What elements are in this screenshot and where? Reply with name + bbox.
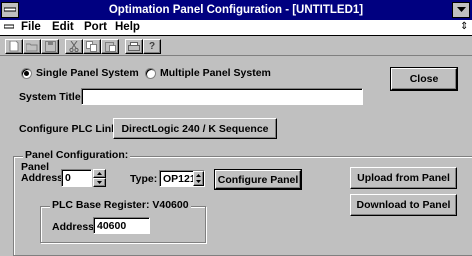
plc-base-register-title: PLC Base Register: V40600 — [50, 199, 191, 211]
paste-clipboard-icon — [104, 42, 116, 52]
panel-address-label-line2: Address: — [21, 172, 67, 184]
system-title-label: System Title: — [19, 91, 85, 103]
open-button[interactable] — [23, 39, 41, 54]
open-folder-icon — [26, 43, 38, 51]
save-button[interactable] — [41, 39, 59, 54]
paste-button[interactable] — [101, 39, 119, 54]
scissors-icon — [69, 41, 79, 52]
copy-button[interactable] — [83, 39, 101, 54]
new-file-icon — [9, 41, 19, 52]
print-button[interactable] — [125, 39, 143, 54]
spin-up-icon[interactable] — [93, 169, 106, 178]
menu-file[interactable]: File — [21, 21, 41, 33]
system-menu-icon — [4, 7, 16, 12]
download-to-panel-button[interactable]: Download to Panel — [350, 194, 457, 216]
minimize-button[interactable] — [452, 2, 470, 18]
copy-icon — [86, 41, 97, 52]
help-button[interactable]: ? — [143, 39, 161, 54]
panel-configuration-title: Panel Configuration: — [23, 149, 131, 161]
window-title: Optimation Panel Configuration - [UNTITL… — [108, 4, 364, 16]
upload-from-panel-button[interactable]: Upload from Panel — [350, 167, 457, 189]
cut-button[interactable] — [65, 39, 83, 54]
menu-edit[interactable]: Edit — [52, 21, 74, 33]
plc-link-button[interactable]: DirectLogic 240 / K Sequence — [113, 118, 277, 139]
printer-icon — [128, 41, 140, 51]
plc-base-address-input[interactable]: 40600 — [93, 217, 150, 234]
menu-help[interactable]: Help — [115, 21, 140, 33]
panel-address-spinner[interactable] — [93, 169, 106, 187]
child-system-menu-icon[interactable] — [3, 22, 15, 35]
title-bar: Optimation Panel Configuration - [UNTITL… — [0, 0, 472, 20]
menu-port[interactable]: Port — [84, 21, 107, 33]
type-dropdown-arrow-icon[interactable] — [193, 171, 204, 186]
plc-base-address-label: Address: — [52, 221, 98, 233]
plc-link-label: Configure PLC Link: — [19, 123, 121, 135]
type-label: Type: — [130, 173, 158, 185]
radio-single-panel[interactable]: Single Panel System — [21, 67, 139, 79]
system-menu-button[interactable] — [1, 2, 19, 18]
spin-down-icon[interactable] — [93, 178, 106, 187]
radio-multiple-label: Multiple Panel System — [160, 67, 271, 79]
system-title-input[interactable] — [81, 88, 363, 105]
save-disk-icon — [44, 41, 56, 52]
radio-multiple-panel[interactable]: Multiple Panel System — [145, 67, 271, 79]
menu-bar: File Edit Port Help ⇕ — [0, 20, 472, 36]
radio-multiple-indicator[interactable] — [145, 67, 156, 79]
restore-icon[interactable]: ⇕ — [460, 21, 468, 32]
minimize-icon — [456, 7, 466, 12]
close-button[interactable]: Close — [390, 67, 458, 91]
help-question-icon: ? — [148, 41, 156, 52]
panel-address-input[interactable]: 0 — [61, 169, 92, 187]
toolbar: ? — [0, 37, 472, 56]
new-button[interactable] — [5, 39, 23, 54]
radio-single-label: Single Panel System — [36, 67, 139, 79]
configure-panel-button[interactable]: Configure Panel — [214, 169, 302, 190]
radio-single-indicator[interactable] — [21, 67, 32, 79]
